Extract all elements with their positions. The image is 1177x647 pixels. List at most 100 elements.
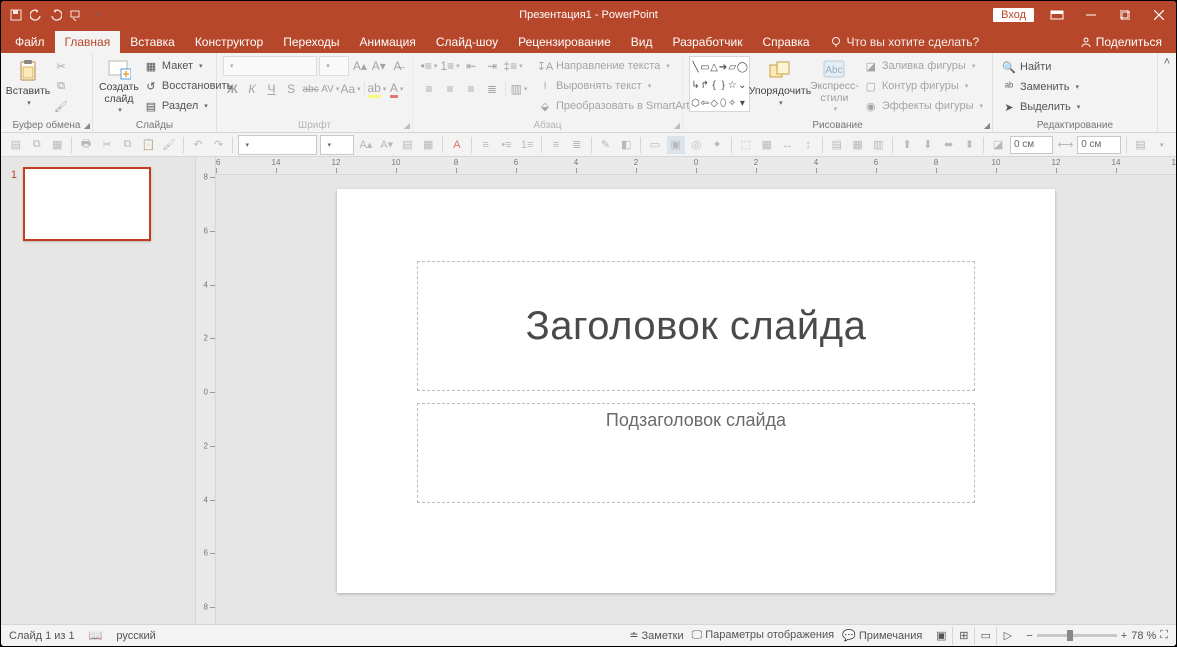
tab-animations[interactable]: Анимация bbox=[350, 31, 426, 53]
tell-me-search[interactable]: Что вы хотите сделать? bbox=[820, 31, 990, 53]
tab-file[interactable]: Файл bbox=[5, 31, 55, 53]
dialog-launcher-icon[interactable]: ◢ bbox=[984, 121, 990, 130]
find-button[interactable]: 🔍Найти bbox=[999, 58, 1151, 76]
qat-btn[interactable]: ⬆ bbox=[898, 136, 916, 154]
paste-button[interactable]: Вставить bbox=[7, 56, 49, 114]
arrange-button[interactable]: Упорядочить bbox=[752, 56, 808, 114]
qat-btn[interactable]: ▭ bbox=[646, 136, 664, 154]
qat-btn[interactable]: ▦ bbox=[419, 136, 437, 154]
shape-oval-icon[interactable]: ◯ bbox=[737, 58, 748, 76]
dialog-launcher-icon[interactable]: ◢ bbox=[84, 121, 90, 130]
qat-btn[interactable]: ⬌ bbox=[940, 136, 958, 154]
normal-view-icon[interactable]: ▣ bbox=[930, 627, 952, 645]
shapes-gallery[interactable]: ╲▭△➔▱◯ ↳↱{}☆⌄ ⬡⇦◇⬯✧▾ bbox=[689, 56, 750, 112]
change-case-button[interactable]: Aa bbox=[341, 79, 361, 99]
font-color-button[interactable]: A bbox=[387, 79, 406, 99]
gallery-expand-icon[interactable]: ▾ bbox=[737, 94, 748, 112]
shape-more-icon[interactable]: ⌄ bbox=[737, 76, 748, 94]
shape-line2-icon[interactable]: ▱ bbox=[728, 58, 737, 76]
language-status[interactable]: русский bbox=[116, 630, 155, 642]
columns-icon[interactable]: ▥ bbox=[509, 79, 529, 99]
qat-btn[interactable]: 🖶 bbox=[77, 136, 95, 154]
shape-arrowL-icon[interactable]: ⇦ bbox=[700, 94, 709, 112]
line-spacing-icon[interactable]: ‡≡ bbox=[503, 56, 523, 76]
share-button[interactable]: Поделиться bbox=[1070, 31, 1172, 53]
font-family-combo[interactable] bbox=[223, 56, 317, 76]
slide-canvas[interactable]: Заголовок слайда Подзаголовок слайда bbox=[216, 175, 1176, 624]
shape-outline-button[interactable]: ▢Контур фигуры bbox=[861, 77, 986, 95]
dialog-launcher-icon[interactable]: ◢ bbox=[404, 121, 410, 130]
slide[interactable]: Заголовок слайда Подзаголовок слайда bbox=[337, 189, 1055, 593]
spellcheck-icon[interactable]: 📖 bbox=[89, 629, 103, 642]
qat-btn[interactable]: ▤ bbox=[1132, 136, 1150, 154]
qat-btn[interactable]: ↶ bbox=[189, 136, 207, 154]
tab-view[interactable]: Вид bbox=[621, 31, 663, 53]
shape-star-icon[interactable]: ☆ bbox=[728, 76, 737, 94]
replace-button[interactable]: ᵃᵇЗаменить bbox=[999, 78, 1151, 96]
clear-format-icon[interactable]: A̶ bbox=[389, 56, 406, 76]
display-settings-button[interactable]: 🖵 Параметры отображения bbox=[692, 629, 834, 642]
reading-view-icon[interactable]: ▭ bbox=[974, 627, 996, 645]
qat-btn[interactable]: A▾ bbox=[378, 136, 396, 154]
save-icon[interactable] bbox=[9, 8, 23, 22]
shape-cloud-icon[interactable]: ⬯ bbox=[719, 94, 728, 112]
qat-btn[interactable]: ↷ bbox=[210, 136, 228, 154]
copy-button[interactable]: ⧉ bbox=[51, 77, 71, 95]
shape-line-icon[interactable]: ╲ bbox=[691, 58, 700, 76]
ribbon-options-icon[interactable] bbox=[1040, 1, 1074, 29]
qat-btn[interactable]: ▦ bbox=[849, 136, 867, 154]
shape-fill-button[interactable]: ◪Заливка фигуры bbox=[861, 57, 986, 75]
shape-effects-button[interactable]: ◉Эффекты фигуры bbox=[861, 97, 986, 115]
qat-btn[interactable]: ≡ bbox=[547, 136, 565, 154]
redo-icon[interactable] bbox=[49, 8, 63, 22]
select-button[interactable]: ➤Выделить bbox=[999, 98, 1151, 116]
numbering-button[interactable]: 1≡ bbox=[440, 56, 460, 76]
zoom-handle[interactable] bbox=[1067, 630, 1073, 641]
slide-thumbnail-panel[interactable]: 1 bbox=[1, 157, 196, 624]
qat-btn[interactable]: 📋 bbox=[139, 136, 157, 154]
shape-brace-icon[interactable]: { bbox=[710, 76, 719, 94]
bullets-button[interactable]: •≡ bbox=[419, 56, 439, 76]
qat-btn[interactable]: ⬇ bbox=[919, 136, 937, 154]
shape-hex-icon[interactable]: ⬡ bbox=[691, 94, 700, 112]
qat-btn[interactable]: ▦ bbox=[49, 136, 67, 154]
qat-customize-icon[interactable] bbox=[89, 8, 103, 22]
qat-btn[interactable]: ✦ bbox=[708, 136, 726, 154]
tab-review[interactable]: Рецензирование bbox=[508, 31, 621, 53]
qat-btn[interactable]: 🖌 bbox=[160, 136, 178, 154]
zoom-slider[interactable] bbox=[1037, 634, 1117, 637]
start-from-beginning-icon[interactable] bbox=[69, 8, 83, 22]
notes-button[interactable]: ≐ Заметки bbox=[629, 629, 683, 642]
cut-button[interactable]: ✂ bbox=[51, 57, 71, 75]
comments-button[interactable]: 💬 Примечания bbox=[842, 629, 922, 642]
dialog-launcher-icon[interactable]: ◢ bbox=[674, 121, 680, 130]
maximize-icon[interactable] bbox=[1108, 1, 1142, 29]
align-right-icon[interactable]: ≡ bbox=[461, 79, 481, 99]
shape-elbow-icon[interactable]: ↳ bbox=[691, 76, 700, 94]
slide-counter[interactable]: Слайд 1 из 1 bbox=[9, 630, 75, 642]
italic-button[interactable]: К bbox=[243, 79, 262, 99]
subtitle-placeholder[interactable]: Подзаголовок слайда bbox=[417, 403, 975, 503]
justify-icon[interactable]: ≣ bbox=[482, 79, 502, 99]
qat-btn[interactable]: ≡ bbox=[477, 136, 495, 154]
format-painter-button[interactable]: 🖌 bbox=[51, 97, 71, 115]
qat-btn[interactable]: ↕ bbox=[799, 136, 817, 154]
title-placeholder[interactable]: Заголовок слайда bbox=[417, 261, 975, 391]
strike-button[interactable]: abc bbox=[301, 79, 320, 99]
tab-insert[interactable]: Вставка bbox=[120, 31, 185, 53]
shape-elbow2-icon[interactable]: ↱ bbox=[700, 76, 709, 94]
qat-btn[interactable]: A▴ bbox=[357, 136, 375, 154]
tab-design[interactable]: Конструктор bbox=[185, 31, 273, 53]
qat-btn[interactable]: ✂ bbox=[98, 136, 116, 154]
qat-btn[interactable]: ✎ bbox=[597, 136, 615, 154]
qat-btn[interactable]: ⧉ bbox=[119, 136, 137, 154]
size-combo-2[interactable] bbox=[320, 135, 354, 155]
shape-arrow-icon[interactable]: ➔ bbox=[719, 58, 728, 76]
quick-styles-button[interactable]: Abc Экспресс- стили bbox=[810, 56, 859, 114]
sorter-view-icon[interactable]: ⊞ bbox=[952, 627, 974, 645]
qat-btn[interactable]: ◧ bbox=[617, 136, 635, 154]
qat-btn[interactable]: ≣ bbox=[568, 136, 586, 154]
close-icon[interactable] bbox=[1142, 1, 1176, 29]
qat-btn[interactable]: 1≡ bbox=[518, 136, 536, 154]
font-size-combo[interactable] bbox=[319, 56, 349, 76]
